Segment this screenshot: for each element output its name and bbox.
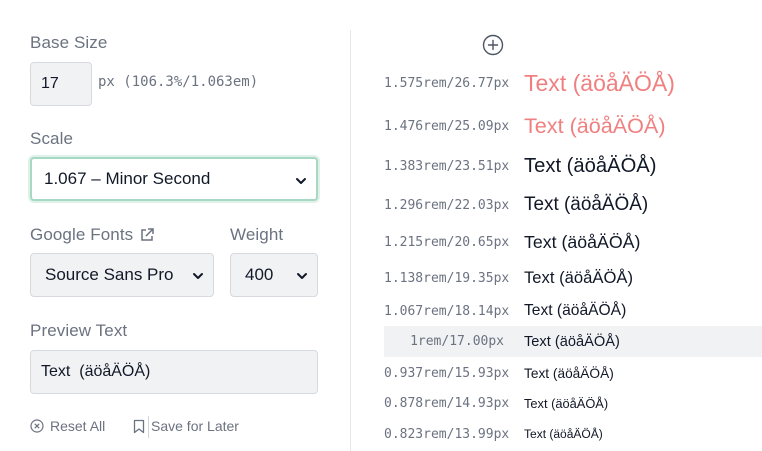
scale-row: 1.296rem/22.03px Text (äöåÄÖÅ) xyxy=(384,189,762,221)
settings-panel: Base Size 17 px (106.3%/1.063em) Scale 1… xyxy=(30,0,320,451)
base-size-input[interactable]: 17 xyxy=(30,62,92,106)
weight-label: Weight xyxy=(230,225,284,244)
scale-row-size: 1rem/17.00px xyxy=(410,334,504,349)
scale-row-preview: Text (äöåÄÖÅ) xyxy=(524,231,641,252)
reset-all-label: Reset All xyxy=(50,418,106,434)
font-family-select[interactable]: Source Sans Pro xyxy=(30,253,214,297)
scale-row: 0.823rem/13.99px Text (äöåÄÖÅ) xyxy=(384,421,762,447)
save-for-later-label: Save for Later xyxy=(151,418,239,434)
scale-row-size: 0.878rem/14.93px xyxy=(384,395,510,411)
scale-row-preview: Text (äöåÄÖÅ) xyxy=(524,302,627,319)
scale-row: 1.383rem/23.51px Text (äöåÄÖÅ) xyxy=(384,149,762,183)
preview-text-label: Preview Text xyxy=(30,321,128,340)
google-fonts-label: Google Fonts xyxy=(30,225,134,244)
scale-row-preview: Text (äöåÄÖÅ) xyxy=(524,194,649,215)
scale-row: 1.476rem/25.09px Text (äöåÄÖÅ) xyxy=(384,109,762,143)
scale-row-size: 1.575rem/26.77px xyxy=(384,75,510,91)
scale-row-preview: Text (äöåÄÖÅ) xyxy=(524,69,675,96)
scale-row-size: 0.823rem/13.99px xyxy=(384,426,510,442)
scale-row-preview: Text (äöåÄÖÅ) xyxy=(524,395,609,411)
scale-row-preview: Text (äöåÄÖÅ) xyxy=(524,113,666,138)
scale-row-size: 1.296rem/22.03px xyxy=(384,197,510,213)
add-step-icon[interactable] xyxy=(482,34,504,56)
reset-all-button[interactable]: Reset All xyxy=(30,418,105,434)
scale-row-size: 0.937rem/15.93px xyxy=(384,365,510,381)
save-for-later-button[interactable]: Save for Later xyxy=(133,418,239,434)
scale-row: 1.575rem/26.77px Text (äöåÄÖÅ) xyxy=(384,66,762,100)
scale-row-preview: Text (äöåÄÖÅ) xyxy=(524,427,603,441)
scale-row: 1.067rem/18.14px Text (äöåÄÖÅ) xyxy=(384,297,762,325)
scale-row-preview: Text (äöåÄÖÅ) xyxy=(524,268,634,287)
scale-row-preview: Text (äöåÄÖÅ) xyxy=(524,154,657,177)
scale-row: 1.138rem/19.35px Text (äöåÄÖÅ) xyxy=(384,263,762,293)
bookmark-icon xyxy=(133,419,145,433)
scale-select-value: 1.067 – Minor Second xyxy=(44,169,211,188)
scale-label: Scale xyxy=(30,129,74,148)
scale-row-preview: Text (äöåÄÖÅ) xyxy=(524,365,614,381)
font-weight-select[interactable]: 400 xyxy=(230,253,318,297)
chevron-down-icon xyxy=(296,178,306,184)
scale-select[interactable]: 1.067 – Minor Second xyxy=(30,157,318,201)
scale-row-size: 1.138rem/19.35px xyxy=(384,270,510,286)
panel-divider xyxy=(350,30,351,451)
external-link-icon[interactable] xyxy=(139,227,155,243)
scale-row-preview: Text (äöåÄÖÅ) xyxy=(524,333,620,350)
scale-row: 1rem/17.00px Text (äöåÄÖÅ) xyxy=(384,326,762,357)
chevron-down-icon xyxy=(297,273,307,279)
scale-row-size: 1.383rem/23.51px xyxy=(384,158,510,174)
google-fonts-label-row: Google Fonts xyxy=(30,225,155,245)
preview-text-input[interactable]: Text (äöåÄÖÅ) xyxy=(30,350,318,394)
font-family-select-value: Source Sans Pro xyxy=(45,265,174,284)
scale-row: 0.937rem/15.93px Text (äöåÄÖÅ) xyxy=(384,359,762,387)
scale-row-size: 1.476rem/25.09px xyxy=(384,118,510,134)
reset-icon xyxy=(30,419,44,433)
scale-row: 1.215rem/20.65px Text (äöåÄÖÅ) xyxy=(384,227,762,257)
base-size-label: Base Size xyxy=(30,33,108,52)
base-size-note: px (106.3%/1.063em) xyxy=(98,74,259,90)
scale-row: 0.878rem/14.93px Text (äöåÄÖÅ) xyxy=(384,390,762,416)
chevron-down-icon xyxy=(193,273,203,279)
font-weight-select-value: 400 xyxy=(245,265,274,284)
scale-row-size: 1.067rem/18.14px xyxy=(384,303,510,319)
scale-row-size: 1.215rem/20.65px xyxy=(384,234,510,250)
type-scale-app: Base Size 17 px (106.3%/1.063em) Scale 1… xyxy=(0,0,762,451)
